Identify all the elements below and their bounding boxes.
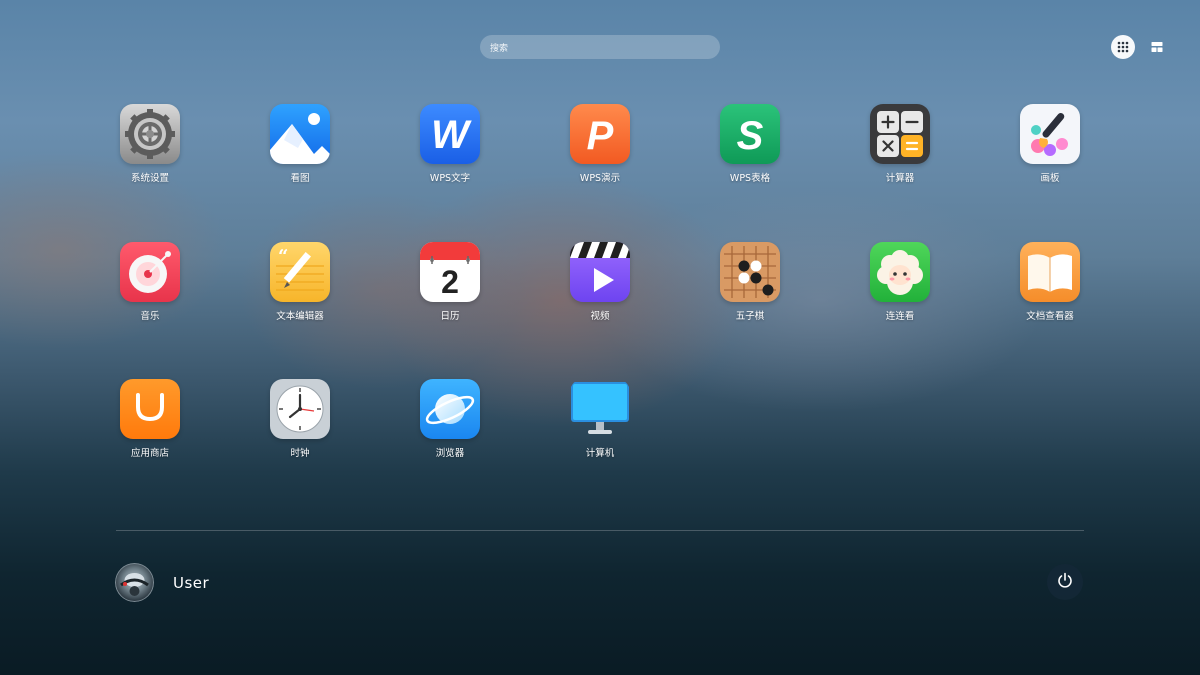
app-label: WPS文字 — [429, 173, 471, 184]
app-label: 应用商店 — [130, 448, 169, 459]
settings-gear-icon — [120, 104, 180, 164]
image-mountain-icon — [270, 104, 330, 164]
app-wps-writer[interactable]: W WPS文字 — [375, 104, 525, 242]
app-label: 日历 — [440, 310, 460, 322]
notepad-pencil-icon: “ — [270, 241, 330, 302]
app-label: 计算器 — [885, 173, 915, 184]
divider — [116, 530, 1084, 531]
app-document-viewer[interactable]: 文档查看器 — [975, 241, 1125, 380]
app-label: 系统设置 — [130, 173, 169, 184]
search-input[interactable]: 搜索 — [480, 35, 720, 59]
app-label: 视频 — [590, 310, 610, 322]
app-music[interactable]: 音乐 — [75, 241, 225, 380]
power-button[interactable] — [1047, 564, 1083, 600]
sheep-icon — [870, 241, 930, 302]
app-label: 连连看 — [885, 310, 915, 322]
app-label: 看图 — [290, 173, 310, 184]
user-name[interactable]: User — [173, 574, 209, 592]
gomoku-board-icon — [720, 241, 780, 302]
app-label: 音乐 — [140, 310, 160, 322]
open-book-icon — [1020, 241, 1080, 302]
app-system-settings[interactable]: 系统设置 — [75, 104, 225, 242]
app-label: 计算机 — [585, 448, 615, 459]
avatar[interactable] — [115, 563, 154, 602]
svg-text:S: S — [737, 114, 764, 158]
app-link-match[interactable]: 连连看 — [825, 241, 975, 380]
app-label: 文档查看器 — [1026, 310, 1074, 322]
planet-browser-icon — [420, 379, 480, 439]
power-icon — [1057, 572, 1073, 592]
app-gomoku[interactable]: 五子棋 — [675, 241, 825, 380]
app-calculator[interactable]: 计算器 — [825, 104, 975, 242]
wps-presentation-icon: P — [570, 104, 630, 164]
calendar-date: 2 — [441, 264, 459, 300]
calculator-icon — [870, 104, 930, 164]
app-label: WPS表格 — [729, 173, 771, 184]
music-record-icon — [120, 241, 180, 302]
app-label: 五子棋 — [735, 310, 765, 322]
app-text-editor[interactable]: “ 文本编辑器 — [225, 241, 375, 380]
svg-text:“: “ — [278, 246, 288, 267]
app-drawing-board[interactable]: 画板 — [975, 104, 1125, 242]
app-label: 时钟 — [290, 448, 310, 459]
shopping-bag-icon — [120, 379, 180, 439]
search-placeholder: 搜索 — [490, 43, 509, 54]
app-image-viewer[interactable]: 看图 — [225, 104, 375, 242]
app-label: 浏览器 — [435, 448, 465, 459]
app-label: 文本编辑器 — [276, 310, 324, 322]
category-view-button[interactable] — [1145, 35, 1169, 59]
video-clapper-icon — [570, 241, 630, 302]
app-clock[interactable]: 时钟 — [225, 379, 375, 517]
app-grid: 系统设置 看图 W WPS文字 P WPS演示 S WPS表格 计算器 画板 音… — [75, 104, 1125, 517]
app-browser[interactable]: 浏览器 — [375, 379, 525, 517]
svg-text:W: W — [431, 113, 472, 157]
app-app-store[interactable]: 应用商店 — [75, 379, 225, 517]
paint-brush-icon — [1020, 104, 1080, 164]
calendar-icon: 2 — [420, 241, 480, 302]
grid-view-button[interactable] — [1111, 35, 1135, 59]
app-video[interactable]: 视频 — [525, 241, 675, 380]
wps-writer-icon: W — [420, 104, 480, 164]
clock-icon — [270, 379, 330, 439]
app-label: WPS演示 — [579, 173, 621, 184]
wps-spreadsheet-icon: S — [720, 104, 780, 164]
monitor-icon — [570, 379, 630, 439]
list-view-icon — [1151, 38, 1163, 57]
app-computer[interactable]: 计算机 — [525, 379, 675, 517]
svg-text:P: P — [587, 114, 614, 158]
app-wps-presentation[interactable]: P WPS演示 — [525, 104, 675, 242]
grid-view-icon — [1117, 38, 1129, 57]
app-label: 画板 — [1040, 173, 1060, 184]
app-calendar[interactable]: 2 日历 — [375, 241, 525, 380]
app-wps-spreadsheet[interactable]: S WPS表格 — [675, 104, 825, 242]
